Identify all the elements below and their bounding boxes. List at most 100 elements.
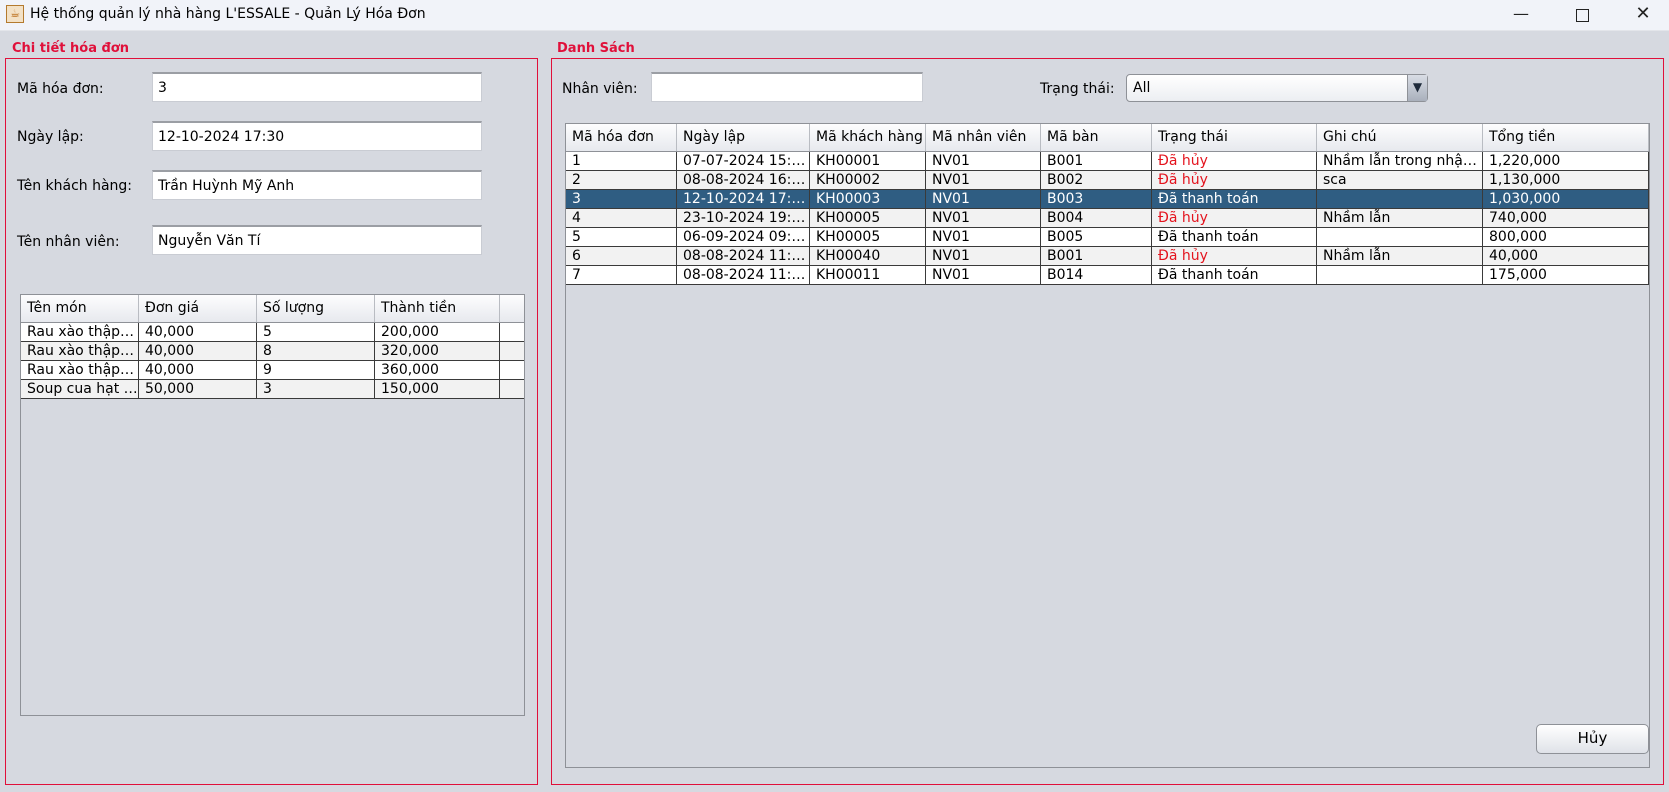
table-cell: 23-10-2024 19:30: [677, 209, 810, 227]
table-cell: 5: [566, 228, 677, 246]
table-cell: Đã hủy: [1152, 247, 1317, 265]
table-row[interactable]: 7 08-08-2024 11:38 KH00011 NV01 B014 Đã thanh…: [566, 266, 1649, 285]
table-cell: 150,000: [375, 380, 500, 398]
column-header[interactable]: Ngày lập: [677, 124, 810, 151]
column-header[interactable]: Tên món: [21, 295, 139, 322]
table-cell: B001: [1041, 152, 1152, 170]
column-header[interactable]: Số lượng: [257, 295, 375, 322]
table-cell: KH00001: [810, 152, 926, 170]
cancel-invoice-button[interactable]: Hủy: [1536, 724, 1649, 754]
table-cell: 40,000: [139, 323, 257, 341]
table-cell: 40,000: [1483, 247, 1649, 265]
close-icon: ✕: [1635, 3, 1651, 24]
table-cell: KH00005: [810, 228, 926, 246]
table-cell: 1: [566, 152, 677, 170]
status-filter-label: Trạng thái:: [1040, 81, 1115, 97]
table-cell: KH00005: [810, 209, 926, 227]
invoice-items-table[interactable]: Tên món Đơn giá Số lượng Thành tiền Rau xào …: [20, 294, 525, 716]
employee-name-label: Tên nhân viên:: [17, 234, 120, 250]
table-cell: NV01: [926, 190, 1041, 208]
table-cell: NV01: [926, 247, 1041, 265]
table-cell: [1317, 266, 1483, 284]
table-cell: [1317, 190, 1483, 208]
table-row[interactable]: 2 08-08-2024 16:30 KH00002 NV01 B002 Đã hủy sc…: [566, 171, 1649, 190]
maximize-button[interactable]: [1559, 0, 1605, 30]
table-cell: 06-09-2024 09:30: [677, 228, 810, 246]
table-cell: Rau xào thập cẩ...: [21, 361, 139, 379]
table-row[interactable]: Rau xào thập cẩ...40,0009360,000: [21, 361, 524, 380]
column-header[interactable]: Mã nhân viên: [926, 124, 1041, 151]
window-title: Hệ thống quản lý nhà hàng L'ESSALE - Quả…: [30, 6, 426, 22]
table-cell: B004: [1041, 209, 1152, 227]
table-cell: Soup cua hạt sen: [21, 380, 139, 398]
table-cell: NV01: [926, 152, 1041, 170]
table-cell: Đã hủy: [1152, 209, 1317, 227]
table-cell: B014: [1041, 266, 1152, 284]
table-cell: NV01: [926, 171, 1041, 189]
table-row[interactable]: 4 23-10-2024 19:30 KH00005 NV01 B004 Đã hủy Nh…: [566, 209, 1649, 228]
table-cell: Đã thanh toán: [1152, 190, 1317, 208]
table-row[interactable]: Rau xào thập cẩ...40,0008320,000: [21, 342, 524, 361]
column-header[interactable]: Mã hóa đơn: [566, 124, 677, 151]
table-cell: 320,000: [375, 342, 500, 360]
close-button[interactable]: ✕: [1620, 0, 1666, 30]
column-header[interactable]: Tổng tiền: [1483, 124, 1649, 151]
table-header: Mã hóa đơn Ngày lập Mã khách hàng Mã nhân v…: [566, 124, 1649, 152]
minimize-button[interactable]: —: [1498, 0, 1544, 30]
invoice-id-label: Mã hóa đơn:: [17, 81, 104, 97]
customer-name-field[interactable]: Trần Huỳnh Mỹ Anh: [152, 170, 482, 200]
table-cell: KH00003: [810, 190, 926, 208]
table-cell: NV01: [926, 266, 1041, 284]
list-panel: Nhân viên: Trạng thái: All ▼ Mã hóa đơn N…: [551, 58, 1664, 785]
table-header: Tên món Đơn giá Số lượng Thành tiền: [21, 295, 524, 323]
chevron-down-icon[interactable]: ▼: [1407, 75, 1427, 101]
table-row[interactable]: 1 07-07-2024 15:30 KH00001 NV01 B001 Đã hủy Nh…: [566, 152, 1649, 171]
employee-name-field[interactable]: Nguyễn Văn Tí: [152, 225, 482, 255]
table-cell: 50,000: [139, 380, 257, 398]
table-cell: sca: [1317, 171, 1483, 189]
table-cell: 4: [566, 209, 677, 227]
invoice-id-field[interactable]: 3: [152, 72, 482, 102]
employee-filter-input[interactable]: [651, 72, 923, 102]
table-cell: 3: [566, 190, 677, 208]
table-cell: Rau xào thập cẩ...: [21, 342, 139, 360]
java-cup-icon: ☕: [6, 5, 24, 23]
detail-panel: Mã hóa đơn: 3 Ngày lập: 12-10-2024 17:30…: [5, 58, 538, 785]
column-header[interactable]: Ghi chú: [1317, 124, 1483, 151]
created-date-field[interactable]: 12-10-2024 17:30: [152, 121, 482, 151]
table-cell: Đã thanh toán: [1152, 266, 1317, 284]
table-cell: 360,000: [375, 361, 500, 379]
table-cell: 8: [257, 342, 375, 360]
minimize-icon: —: [1513, 4, 1529, 23]
table-row[interactable]: 3 12-10-2024 17:30 KH00003 NV01 B003 Đã thanh…: [566, 190, 1649, 209]
employee-filter-label: Nhân viên:: [562, 81, 638, 97]
table-cell: 40,000: [139, 342, 257, 360]
detail-section-title: Chi tiết hóa đơn: [12, 41, 129, 56]
table-row[interactable]: 5 06-09-2024 09:30 KH00005 NV01 B005 Đã thanh…: [566, 228, 1649, 247]
table-cell: B005: [1041, 228, 1152, 246]
invoices-table[interactable]: Mã hóa đơn Ngày lập Mã khách hàng Mã nhân v…: [565, 123, 1650, 768]
column-header[interactable]: Đơn giá: [139, 295, 257, 322]
table-cell: 200,000: [375, 323, 500, 341]
table-cell: 40,000: [139, 361, 257, 379]
table-cell: NV01: [926, 228, 1041, 246]
table-cell: 1,130,000: [1483, 171, 1649, 189]
column-header[interactable]: Mã khách hàng: [810, 124, 926, 151]
table-row[interactable]: 6 08-08-2024 11:31 KH00040 NV01 B001 Đã hủy Nh…: [566, 247, 1649, 266]
list-section-title: Danh Sách: [557, 41, 635, 56]
table-cell: [1317, 228, 1483, 246]
table-row[interactable]: Rau xào thập cẩ...40,0005200,000: [21, 323, 524, 342]
table-cell: 800,000: [1483, 228, 1649, 246]
customer-name-label: Tên khách hàng:: [17, 178, 133, 194]
column-header[interactable]: Thành tiền: [375, 295, 500, 322]
table-cell: Nhầm lẫn trong nhập x...: [1317, 152, 1483, 170]
table-cell: Nhầm lẫn: [1317, 247, 1483, 265]
table-cell: 08-08-2024 11:31: [677, 247, 810, 265]
column-header[interactable]: Trạng thái: [1152, 124, 1317, 151]
table-cell: 6: [566, 247, 677, 265]
status-filter-select[interactable]: All ▼: [1126, 74, 1428, 102]
table-row[interactable]: Soup cua hạt sen 50,000 3 150,000: [21, 380, 524, 399]
table-cell: 1,030,000: [1483, 190, 1649, 208]
column-header[interactable]: Mã bàn: [1041, 124, 1152, 151]
table-cell: Đã hủy: [1152, 152, 1317, 170]
